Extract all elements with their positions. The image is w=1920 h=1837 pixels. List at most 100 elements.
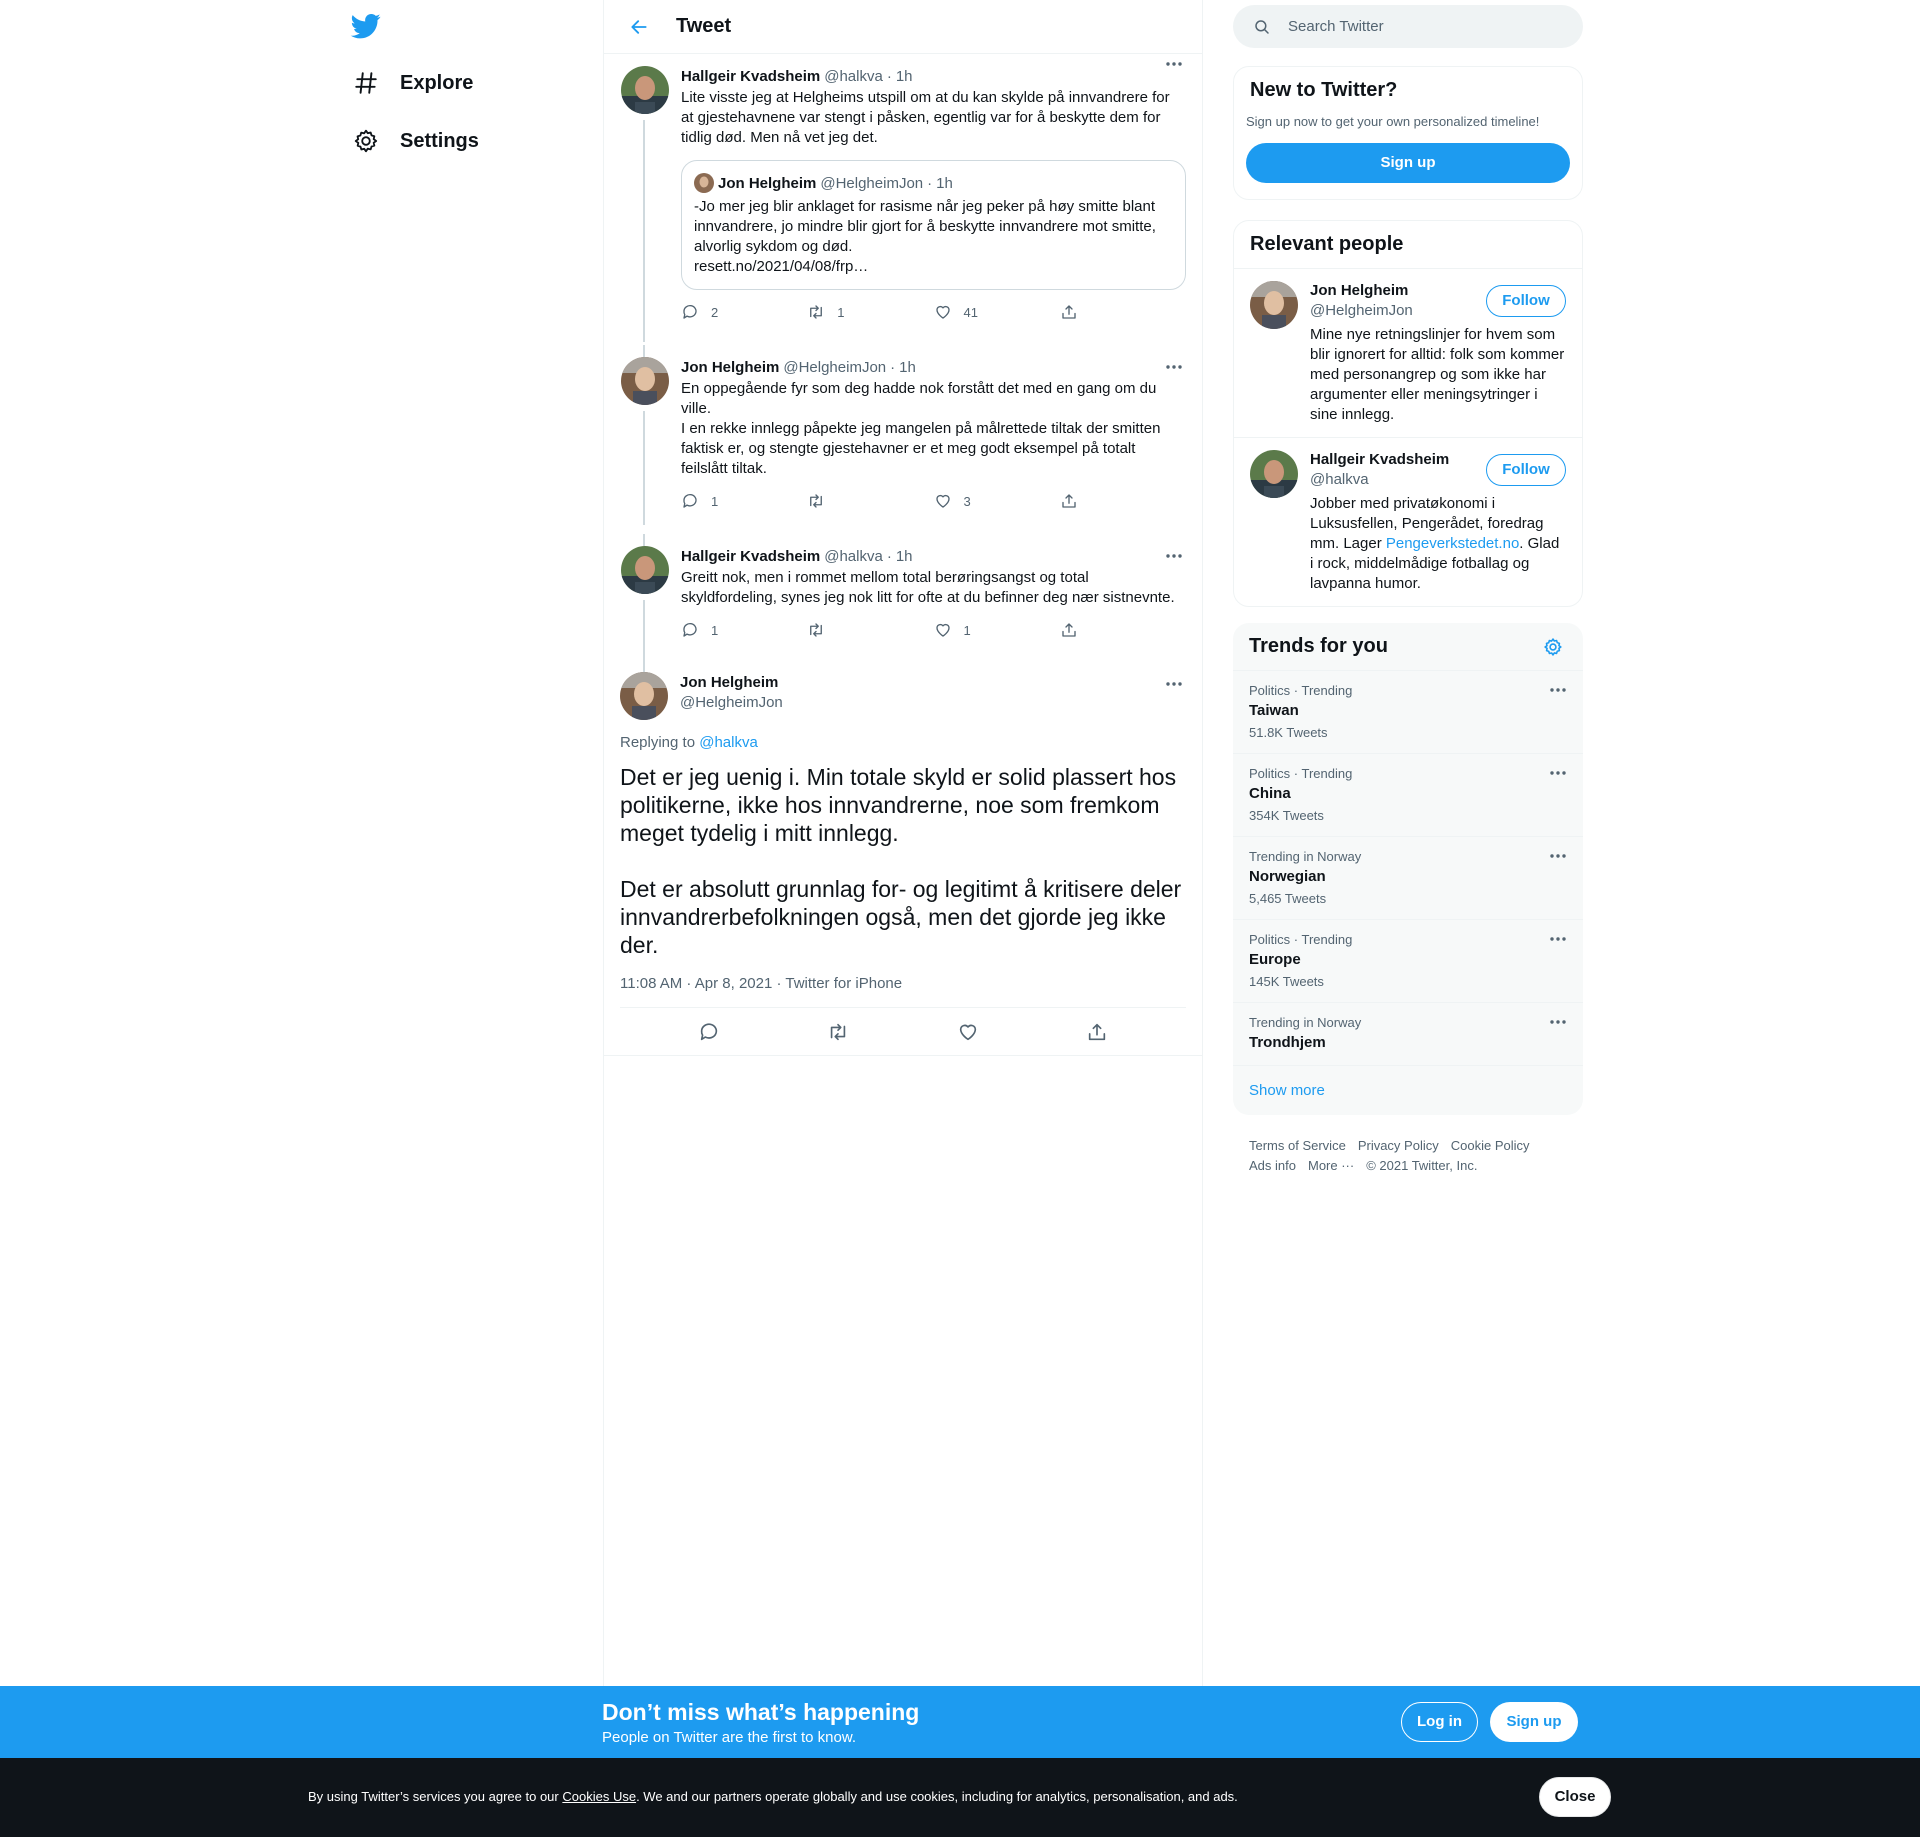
author-handle[interactable]: @HelgheimJon xyxy=(783,359,886,376)
page-title: Tweet xyxy=(676,15,732,37)
cookie-text: By using Twitter’s services you agree to… xyxy=(308,1789,1238,1804)
heart-icon[interactable] xyxy=(957,1021,979,1043)
trends-card: Trends for you Politics · Trending Taiwa… xyxy=(1233,623,1583,1115)
author-handle[interactable]: @halkva xyxy=(824,548,883,565)
replying-to: Replying to @halkva xyxy=(620,734,758,751)
search-box[interactable] xyxy=(1233,5,1583,48)
more-icon[interactable] xyxy=(1162,546,1186,566)
follow-button[interactable]: Follow xyxy=(1486,454,1566,486)
nav-settings[interactable]: Settings xyxy=(341,116,561,166)
reply-button[interactable]: 1 xyxy=(681,491,807,511)
reply-button[interactable]: 1 xyxy=(681,620,807,640)
trend-item[interactable]: Politics · Trending China 354K Tweets xyxy=(1233,753,1583,836)
avatar xyxy=(694,173,714,193)
like-button[interactable]: 41 xyxy=(934,302,1060,322)
tweet-time[interactable]: 1h xyxy=(899,359,916,376)
person-item[interactable]: Hallgeir Kvadsheim @halkva Jobber med pr… xyxy=(1234,437,1582,606)
gear-icon[interactable] xyxy=(1543,637,1563,657)
more-icon[interactable] xyxy=(1549,687,1567,693)
tweet-timestamp[interactable]: 11:08 AM · Apr 8, 2021 · Twitter for iPh… xyxy=(620,975,1186,1008)
thread-line xyxy=(643,345,645,357)
gear-icon xyxy=(341,128,391,154)
quoted-tweet-link[interactable]: resett.no/2021/04/08/frp… xyxy=(694,257,1173,277)
heart-icon xyxy=(935,623,950,637)
reply-icon xyxy=(683,622,697,637)
author-handle[interactable]: @halkva xyxy=(824,68,883,85)
trend-item[interactable]: Trending in Norway Trondhjem xyxy=(1233,1002,1583,1065)
follow-button[interactable]: Follow xyxy=(1486,285,1566,317)
author-name[interactable]: Hallgeir Kvadsheim xyxy=(681,68,820,85)
search-input[interactable] xyxy=(1288,18,1548,35)
footer-terms-link[interactable]: Terms of Service xyxy=(1249,1136,1346,1156)
twitter-logo-icon[interactable] xyxy=(349,11,383,41)
back-button[interactable] xyxy=(614,7,664,47)
avatar[interactable] xyxy=(1250,281,1298,329)
thread-tweet[interactable]: Hallgeir Kvadsheim @halkva · 1h Greitt n… xyxy=(604,534,1202,672)
more-icon[interactable] xyxy=(1162,54,1186,74)
reply-icon[interactable] xyxy=(698,1021,720,1043)
show-more-link[interactable]: Show more xyxy=(1233,1065,1583,1115)
like-button[interactable]: 1 xyxy=(934,620,1060,640)
quoted-author-handle: @HelgheimJon xyxy=(820,174,924,192)
author-name[interactable]: Hallgeir Kvadsheim xyxy=(681,548,820,565)
mention-link[interactable]: @halkva xyxy=(699,734,758,751)
quoted-tweet[interactable]: Jon Helgheim @HelgheimJon · 1h -Jo mer j… xyxy=(681,160,1186,290)
share-icon[interactable] xyxy=(1086,1021,1108,1043)
avatar[interactable] xyxy=(620,672,668,720)
quoted-tweet-header: Jon Helgheim @HelgheimJon · 1h xyxy=(694,173,1173,193)
banner-sign-up-button[interactable]: Sign up xyxy=(1490,1702,1578,1742)
share-button[interactable] xyxy=(1060,491,1186,511)
trend-item[interactable]: Politics · Trending Europe 145K Tweets xyxy=(1233,919,1583,1002)
reply-button[interactable]: 2 xyxy=(681,302,807,322)
trend-item[interactable]: Politics · Trending Taiwan 51.8K Tweets xyxy=(1233,670,1583,753)
retweet-button[interactable] xyxy=(807,620,933,640)
retweet-button[interactable] xyxy=(807,491,933,511)
retweet-icon xyxy=(810,494,823,508)
cookies-use-link[interactable]: Cookies Use xyxy=(562,1789,636,1804)
nav-explore[interactable]: Explore xyxy=(341,58,561,108)
nav-settings-label: Settings xyxy=(400,129,479,152)
avatar[interactable] xyxy=(621,357,669,405)
tweet-time[interactable]: 1h xyxy=(896,68,913,85)
tweet-text: En oppegående fyr som deg hadde nok fors… xyxy=(681,380,1161,477)
thread-tweet[interactable]: Hallgeir Kvadsheim @halkva · 1h Lite vis… xyxy=(604,54,1202,345)
more-icon[interactable] xyxy=(1549,936,1567,942)
avatar[interactable] xyxy=(621,546,669,594)
more-icon[interactable] xyxy=(1549,1019,1567,1025)
share-button[interactable] xyxy=(1060,620,1186,640)
card-title: New to Twitter? xyxy=(1250,79,1398,101)
thread-tweet[interactable]: Jon Helgheim @HelgheimJon · 1h En oppegå… xyxy=(604,345,1202,534)
avatar[interactable] xyxy=(621,66,669,114)
footer-ads-link[interactable]: Ads info xyxy=(1249,1156,1296,1176)
footer-cookie-link[interactable]: Cookie Policy xyxy=(1451,1136,1530,1156)
share-button[interactable] xyxy=(1060,302,1186,322)
person-item[interactable]: Jon Helgheim @HelgheimJon Mine nye retni… xyxy=(1234,268,1582,437)
tweet-time[interactable]: 1h xyxy=(896,548,913,565)
author-handle[interactable]: @HelgheimJon xyxy=(680,693,1186,713)
relevant-people-card: Relevant people Jon Helgheim @HelgheimJo… xyxy=(1233,220,1583,607)
retweet-icon[interactable] xyxy=(827,1021,849,1043)
more-icon[interactable] xyxy=(1549,770,1567,776)
sign-up-button[interactable]: Sign up xyxy=(1246,143,1570,183)
bio-link[interactable]: Pengeverkstedet.no xyxy=(1386,535,1519,552)
quoted-tweet-text: -Jo mer jeg blir anklaget for rasisme nå… xyxy=(694,198,1156,255)
footer-more-link[interactable]: More ··· xyxy=(1308,1156,1354,1176)
log-in-button[interactable]: Log in xyxy=(1401,1702,1478,1742)
more-icon[interactable] xyxy=(1162,357,1186,377)
footer-privacy-link[interactable]: Privacy Policy xyxy=(1358,1136,1439,1156)
author-name[interactable]: Jon Helgheim xyxy=(681,359,779,376)
retweet-button[interactable]: 1 xyxy=(807,302,933,322)
share-icon xyxy=(1062,623,1076,637)
quoted-tweet-time: 1h xyxy=(936,174,953,192)
like-button[interactable]: 3 xyxy=(934,491,1060,511)
thread-line xyxy=(643,600,645,672)
more-icon[interactable] xyxy=(1162,674,1186,694)
hashtag-icon xyxy=(341,70,391,96)
close-button[interactable]: Close xyxy=(1539,1777,1611,1817)
more-icon[interactable] xyxy=(1549,853,1567,859)
author-name[interactable]: Jon Helgheim xyxy=(680,672,1186,693)
avatar[interactable] xyxy=(1250,450,1298,498)
trend-item[interactable]: Trending in Norway Norwegian 5,465 Tweet… xyxy=(1233,836,1583,919)
reply-icon xyxy=(683,304,697,319)
focused-tweet-header: Jon Helgheim @HelgheimJon xyxy=(620,672,1186,720)
